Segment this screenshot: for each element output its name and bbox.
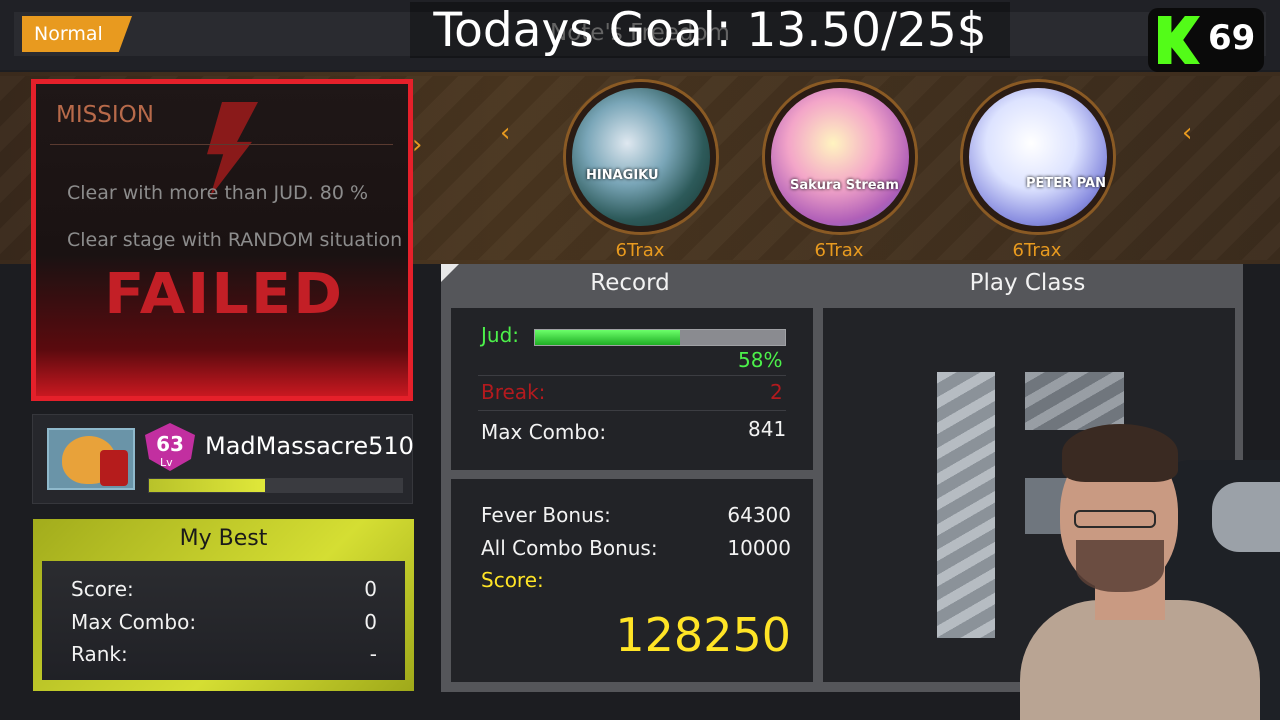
divider [478, 375, 786, 376]
difficulty-tag: Normal [22, 16, 132, 52]
all-combo-bonus-value: 10000 [727, 536, 791, 560]
break-value: 2 [770, 380, 783, 404]
stream-goal-overlay: Todays Goal: 13.50/25$ [410, 2, 1010, 58]
player-name: MadMassacre510 [205, 432, 414, 460]
max-combo-value: 841 [748, 417, 787, 441]
score-value: 128250 [615, 608, 791, 662]
my-best-label: Max Combo: [71, 610, 197, 634]
song-jacket[interactable] [765, 82, 915, 232]
xp-bar-fill [149, 479, 265, 492]
play-class-header: Play Class [969, 270, 1086, 296]
jud-bar-fill [535, 330, 680, 345]
my-best-row: Rank: - [71, 642, 377, 666]
my-best-label: Rank: [71, 642, 128, 666]
song-jacket[interactable] [566, 82, 716, 232]
jacket-title: Sakura Stream [790, 178, 899, 193]
record-header: Record [590, 270, 670, 296]
trax-label: 6Trax [814, 240, 864, 261]
jacket-title: PETER PAN [1026, 176, 1106, 191]
webcam-streamer-beard [1076, 540, 1164, 592]
chevron-right-icon: › [412, 130, 423, 160]
avatar-cape-icon [100, 450, 128, 486]
jud-label: Jud: [481, 323, 520, 347]
all-combo-bonus-label: All Combo Bonus: [481, 536, 658, 560]
play-class-glyph [937, 372, 995, 638]
viewer-count: 69 [1208, 18, 1256, 58]
mission-condition: Clear stage with RANDOM situation [67, 229, 403, 251]
fever-bonus-row: Fever Bonus: 64300 [481, 503, 791, 527]
divider [478, 410, 786, 411]
my-best-row: Score: 0 [71, 577, 377, 601]
my-best-value: 0 [364, 577, 377, 601]
trax-label: 6Trax [1012, 240, 1062, 261]
mission-divider [50, 144, 393, 145]
mission-condition: Clear with more than JUD. 80 % [67, 182, 369, 204]
break-label: Break: [481, 380, 546, 404]
score-label: Score: [481, 568, 544, 592]
my-best-value: 0 [364, 610, 377, 634]
my-best-row: Max Combo: 0 [71, 610, 377, 634]
play-class-glyph [1025, 372, 1124, 430]
my-best-title: My Best [179, 526, 268, 551]
fever-bonus-label: Fever Bonus: [481, 503, 611, 527]
trax-label: 6Trax [615, 240, 665, 261]
my-best-value: - [369, 642, 377, 666]
webcam-streamer-hair [1062, 424, 1178, 482]
webcam-streamer-glasses [1074, 510, 1156, 528]
chevron-left-icon: ‹ [1182, 118, 1193, 148]
mission-failed-stamp: FAILED [104, 262, 345, 327]
player-level: 63 [156, 432, 184, 456]
jud-percent: 58% [738, 348, 783, 372]
mission-title: MISSION [56, 102, 154, 128]
max-combo-label: Max Combo: [481, 420, 607, 444]
all-combo-bonus-row: All Combo Bonus: 10000 [481, 536, 791, 560]
chevron-left-icon: ‹ [500, 118, 511, 148]
song-jacket[interactable] [963, 82, 1113, 232]
level-suffix: Lv [160, 456, 173, 469]
my-best-label: Score: [71, 577, 134, 601]
webcam-headset [1212, 482, 1280, 552]
fever-bonus-value: 64300 [727, 503, 791, 527]
jacket-title: HINAGIKU [586, 168, 659, 183]
